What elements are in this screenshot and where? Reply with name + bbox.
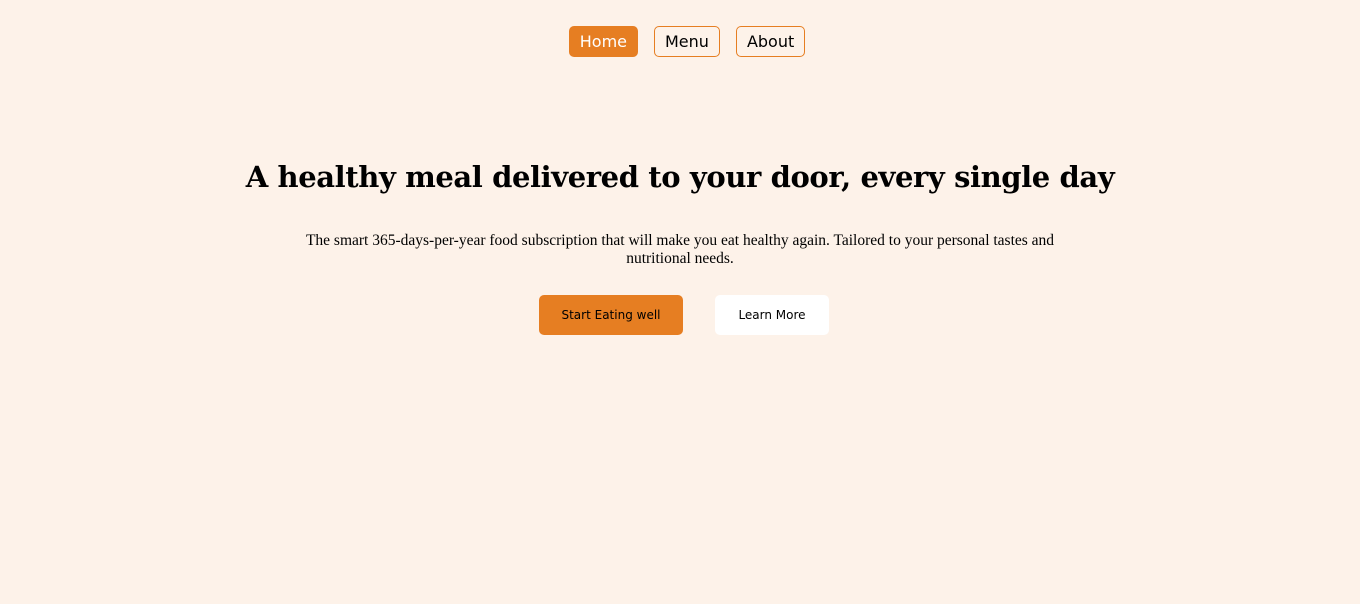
nav-menu-button[interactable]: Menu [654,26,720,57]
hero-section: A healthy meal delivered to your door, e… [0,156,1360,268]
main-nav: Home Menu About [0,26,1360,57]
hero-subtitle: The smart 365-days-per-year food subscri… [305,232,1055,267]
nav-about-button[interactable]: About [735,26,806,57]
nav-home-button[interactable]: Home [568,26,638,57]
start-eating-button[interactable]: Start Eating well [539,295,683,335]
hero-title: A healthy meal delivered to your door, e… [245,160,1115,194]
learn-more-button[interactable]: Learn More [715,295,829,335]
cta-row: Start Eating well Learn More [0,295,1360,335]
